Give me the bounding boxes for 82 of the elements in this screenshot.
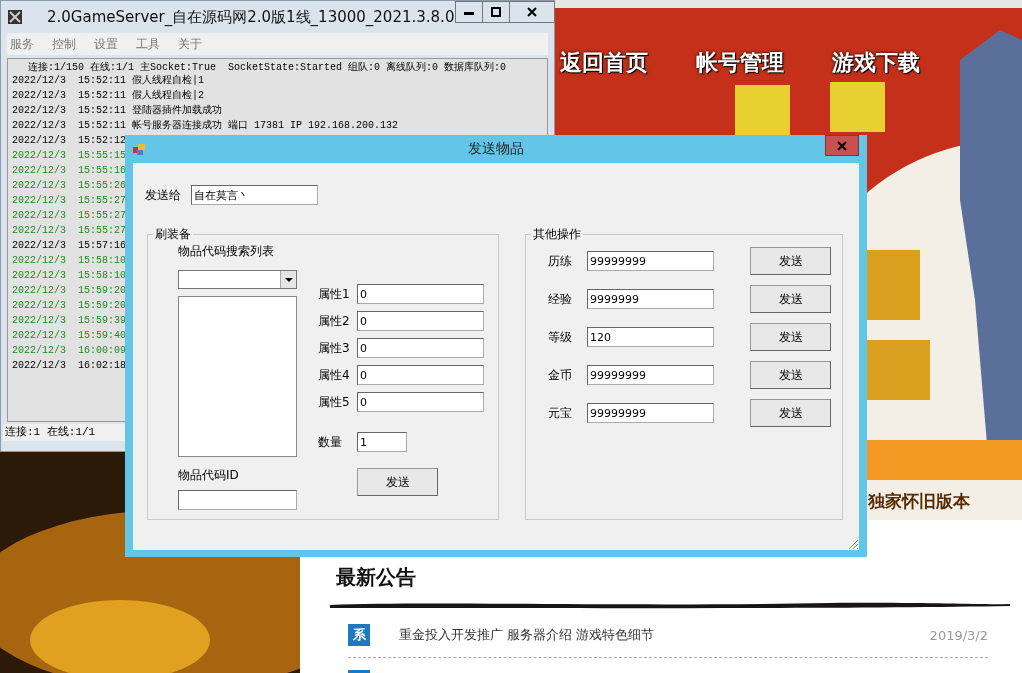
send-button[interactable]: 发送 <box>750 247 831 275</box>
close-button[interactable] <box>509 1 555 23</box>
stats-line: 连接:1/150 在线:1/1 主Socket:True SocketState:Started 组队:0 离线队列:0 数据库队列:0 <box>27 62 508 73</box>
send-button[interactable]: 发送 <box>750 323 831 351</box>
nav-link[interactable]: 帐号管理 <box>696 48 784 78</box>
field-label: 属性4 <box>318 366 351 384</box>
news-link[interactable]: 重金投入开发推广 服务器介绍 游戏特色细节 <box>399 626 655 644</box>
log-line: 2022/12/3 15:59:40 <box>12 329 127 343</box>
close-icon <box>527 7 537 17</box>
log-line: 2022/12/3 15:58:10 <box>12 269 127 283</box>
log-line: 2022/12/3 15:55:15 <box>12 149 127 163</box>
log-line: 2022/12/3 15:55:26 <box>12 179 127 193</box>
text-field[interactable] <box>178 490 297 510</box>
log-line: 2022/12/3 15:52:12 <box>12 134 127 148</box>
menu-item[interactable]: 关于 <box>178 35 202 53</box>
menu-item[interactable]: 控制 <box>52 35 76 53</box>
log-line: 2022/12/3 16:02:18 <box>12 359 127 373</box>
menu-item[interactable]: 设置 <box>94 35 118 53</box>
section-heading: 最新公告 <box>336 564 417 591</box>
field-label: 金币 <box>548 366 573 384</box>
log-line: 2022/12/3 15:52:11 帐号服务器连接成功 端口 17381 IP 192.168.200.132 <box>12 118 399 133</box>
field-label: 物品代码ID <box>178 467 240 484</box>
text-field[interactable]: 0 <box>357 311 484 331</box>
maximize-icon <box>491 7 501 17</box>
log-line: 2022/12/3 15:55:27 <box>12 224 127 238</box>
dropdown-field[interactable] <box>178 270 297 289</box>
close-icon <box>837 140 847 151</box>
text-field[interactable]: 0 <box>357 365 484 385</box>
window-title: 发送物品 <box>467 140 525 158</box>
minimize-button[interactable] <box>455 1 483 23</box>
log-line: 2022/12/3 15:52:11 假人线程自检|2 <box>12 88 205 103</box>
text-field[interactable]: 0 <box>357 392 484 412</box>
menu-item[interactable]: 服务 <box>10 35 34 53</box>
field-label: 属性3 <box>318 339 351 357</box>
text-field[interactable]: 自在莫言丶 <box>191 185 318 205</box>
text-field[interactable]: 1 <box>357 432 407 452</box>
log-line: 2022/12/3 15:52:11 假人线程自检|1 <box>12 73 205 88</box>
log-line: 2022/12/3 15:59:20 <box>12 299 127 313</box>
text-field[interactable]: 0 <box>357 284 484 304</box>
app-icon <box>133 143 145 155</box>
category-badge: 系 <box>348 624 370 646</box>
window-title: 2.0GameServer_自在源码网2.0版1线_13000_2021.3.8.0 <box>47 7 455 27</box>
log-line: 2022/12/3 15:57:16 <box>12 239 127 253</box>
send-button[interactable]: 发送 <box>750 285 831 313</box>
app-icon <box>7 9 23 25</box>
nav-link[interactable]: 返回首页 <box>560 48 648 78</box>
log-line: 2022/12/3 15:55:27 <box>12 209 127 223</box>
list-box[interactable] <box>178 296 297 457</box>
group-title: 其他操作 <box>532 226 582 243</box>
field-label: 属性2 <box>318 312 351 330</box>
nav-link[interactable]: 游戏下载 <box>832 48 920 78</box>
log-line: 2022/12/3 15:55:27 <box>12 194 127 208</box>
send-button[interactable]: 发送 <box>750 399 831 427</box>
group-title: 刷装备 <box>154 226 192 243</box>
field-label: 等级 <box>548 328 573 346</box>
send-button[interactable]: 发送 <box>750 361 831 389</box>
field-label: 元宝 <box>548 404 573 422</box>
field-label: 属性5 <box>318 393 351 411</box>
field-label: 发送给 <box>145 186 182 204</box>
text-field[interactable]: 120 <box>587 327 714 347</box>
log-line: 2022/12/3 15:58:10 <box>12 254 127 268</box>
caret-icon <box>284 277 293 282</box>
maximize-button[interactable] <box>482 1 510 23</box>
log-line: 2022/12/3 16:00:09 <box>12 344 127 358</box>
news-date: 2019/3/2 <box>929 627 988 643</box>
field-label: 物品代码搜索列表 <box>178 243 275 260</box>
text-field[interactable]: 99999999 <box>587 251 714 271</box>
log-line: 2022/12/3 15:55:16 <box>12 164 127 178</box>
send-button[interactable]: 发送 <box>357 468 438 496</box>
log-line: 2022/12/3 15:59:20 <box>12 284 127 298</box>
resize-grip-icon <box>847 538 859 550</box>
field-label: 属性1 <box>318 285 351 303</box>
menu-item[interactable]: 工具 <box>136 35 160 53</box>
text-field[interactable]: 9999999 <box>587 289 714 309</box>
field-label: 历练 <box>548 252 573 270</box>
banner-caption: 独家怀旧版本 <box>868 490 970 513</box>
text-field[interactable]: 0 <box>357 338 484 358</box>
log-line: 2022/12/3 15:52:11 登陆器插件加载成功 <box>12 103 223 118</box>
text-field[interactable]: 99999999 <box>587 365 714 385</box>
text-field[interactable]: 99999999 <box>587 403 714 423</box>
log-line: 2022/12/3 15:59:39 <box>12 314 127 328</box>
field-label: 经验 <box>548 290 573 308</box>
